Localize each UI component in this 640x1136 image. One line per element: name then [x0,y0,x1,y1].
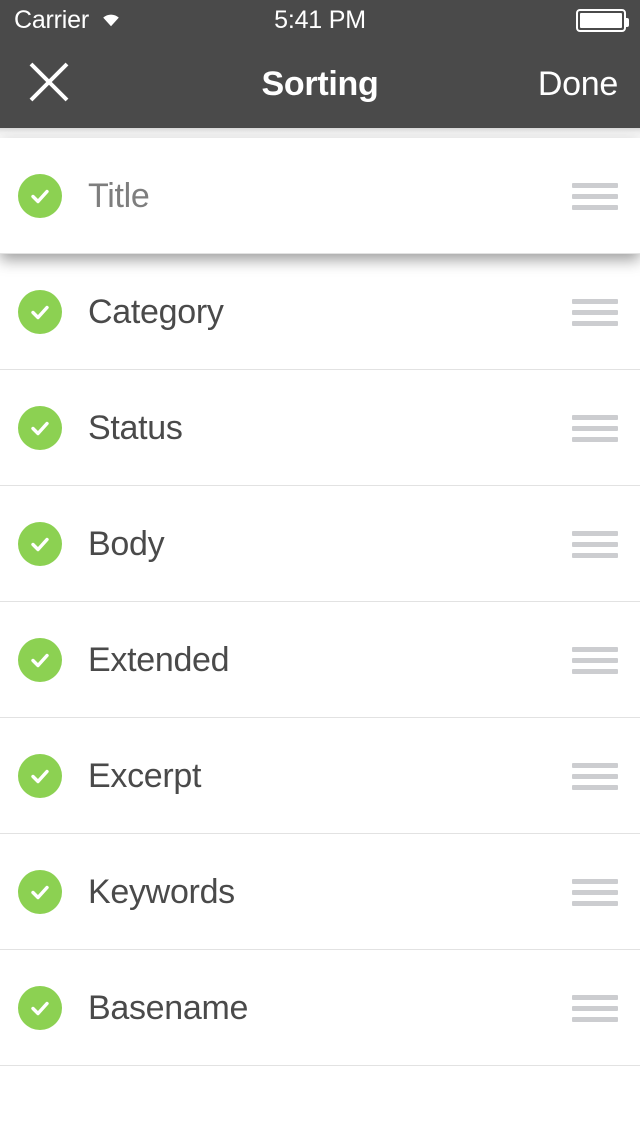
close-x-icon [26,59,72,110]
list-separator [0,1065,640,1066]
list-item[interactable]: Body [0,486,640,602]
list-item[interactable]: Basename [0,950,640,1066]
navigation-bar-shadow [0,128,640,138]
list-separator [0,253,640,254]
list-item-label: Status [88,408,183,447]
sorting-list: Title Category Status Body Extended Excerpt Ke… [0,138,640,1066]
drag-handle-icon[interactable] [572,762,618,790]
navigation-bar: Sorting Done [0,40,640,128]
battery-fill [580,12,622,28]
list-item-label: Keywords [88,872,235,911]
wifi-icon [98,8,124,32]
drag-handle-icon[interactable] [572,530,618,558]
close-button[interactable] [22,57,76,111]
list-item[interactable]: Keywords [0,834,640,950]
list-item-label: Title [88,176,150,215]
checkmark-icon[interactable] [18,638,62,682]
checkmark-icon[interactable] [18,986,62,1030]
drag-handle-icon[interactable] [572,414,618,442]
list-item[interactable]: Excerpt [0,718,640,834]
list-item-label: Basename [88,988,249,1027]
drag-handle-icon[interactable] [572,994,618,1022]
drag-handle-icon[interactable] [572,878,618,906]
checkmark-icon[interactable] [18,406,62,450]
checkmark-icon[interactable] [18,290,62,334]
drag-handle-icon[interactable] [572,182,618,210]
status-bar: Carrier 5:41 PM [0,0,640,40]
drag-handle-icon[interactable] [572,298,618,326]
checkmark-icon[interactable] [18,754,62,798]
battery-full-icon [576,8,629,32]
list-item[interactable]: Extended [0,602,640,718]
checkmark-icon[interactable] [18,174,62,218]
list-item-label: Body [88,524,165,563]
carrier-label: Carrier [14,5,89,34]
drag-handle-icon[interactable] [572,646,618,674]
checkmark-icon[interactable] [18,522,62,566]
list-item-label: Category [88,292,224,331]
list-item[interactable]: Title [0,138,640,254]
status-bar-right [576,8,629,32]
done-button[interactable]: Done [538,65,618,104]
list-item[interactable]: Status [0,370,640,486]
list-item-label: Extended [88,640,230,679]
checkmark-icon[interactable] [18,870,62,914]
list-item[interactable]: Category [0,254,640,370]
list-item-label: Excerpt [88,756,202,795]
status-bar-left: Carrier [14,5,124,34]
battery-cap [626,17,629,27]
